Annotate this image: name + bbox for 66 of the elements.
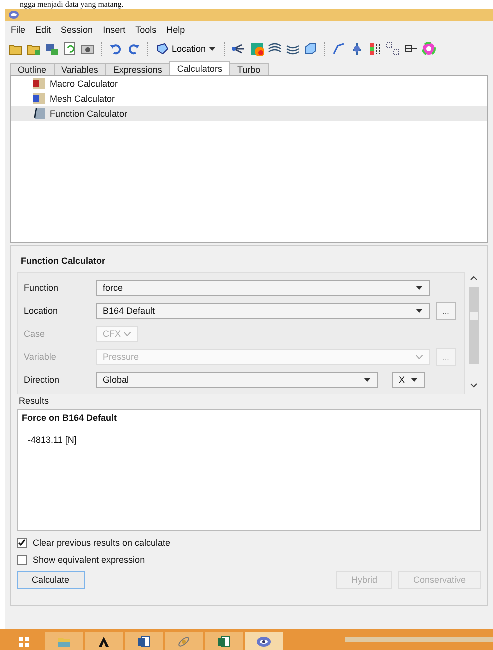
caret-icon [364, 378, 371, 382]
spreadsheet-icon [218, 636, 230, 648]
document-text: ngga menjadi data yang matang. [20, 0, 124, 9]
dropdown[interactable]: force [96, 280, 430, 296]
cube-icon[interactable] [304, 42, 318, 56]
chevron-icon [98, 636, 110, 648]
checkbox-label: Show equivalent expression [33, 555, 146, 565]
caret-icon [416, 286, 423, 290]
tree-item[interactable]: Mesh Calculator [11, 91, 487, 106]
tab[interactable]: Variables [54, 63, 106, 75]
chevron-icon [416, 355, 423, 359]
checkbox-label: Clear previous results on calculate [33, 538, 171, 548]
chevron-icon [124, 332, 131, 336]
menu-item[interactable]: Edit [36, 25, 52, 35]
eye-icon [9, 11, 19, 19]
contour-icon[interactable] [250, 42, 264, 56]
field-label: Variable [24, 352, 58, 362]
action-button[interactable]: Calculate [17, 571, 85, 589]
satellite-icon [178, 636, 190, 648]
redo-icon[interactable] [127, 42, 141, 56]
taskbar-button[interactable] [85, 632, 123, 650]
tab[interactable]: Outline [10, 63, 55, 75]
windows-icon [19, 636, 29, 646]
taskbar-button[interactable] [205, 632, 243, 650]
menu-item[interactable]: Insert [103, 25, 126, 35]
browse-button[interactable]: ... [436, 302, 456, 320]
document-icon [138, 636, 150, 648]
function-icon [33, 108, 45, 119]
axis-dropdown[interactable]: X [392, 372, 425, 388]
mesh-icon [33, 93, 45, 104]
tree-item[interactable]: Macro Calculator [11, 76, 487, 91]
field-label: Function [24, 283, 60, 293]
tab[interactable]: Expressions [105, 63, 170, 75]
taskbar-button[interactable] [125, 632, 163, 650]
folder-icon [58, 636, 70, 646]
vector-icon[interactable] [232, 42, 246, 56]
eye-icon [257, 636, 271, 646]
field-label: Location [24, 306, 60, 316]
panel-title: Function Calculator [21, 256, 107, 266]
undo-icon[interactable] [109, 42, 123, 56]
menu-item[interactable]: Session [61, 25, 94, 35]
field-label: Case [24, 329, 46, 339]
location-button[interactable]: Location [155, 43, 218, 55]
checkbox[interactable] [17, 555, 27, 565]
caret-icon [209, 47, 216, 51]
menu-item[interactable]: Help [166, 25, 186, 35]
caret-icon [416, 309, 423, 313]
results-value: -4813.11 [N] [28, 435, 78, 445]
menu-item[interactable]: File [11, 25, 26, 35]
menu-item[interactable]: Tools [136, 25, 157, 35]
color-wheel-icon[interactable] [422, 42, 436, 56]
tree-item[interactable]: Function Calculator [11, 106, 487, 121]
refresh-icon[interactable] [63, 42, 77, 56]
checkbox[interactable] [17, 538, 27, 548]
tab[interactable]: Turbo [229, 63, 269, 75]
legend-icon[interactable] [368, 42, 382, 56]
macro-icon [33, 78, 45, 89]
results-title: Force on B164 Default [22, 413, 118, 423]
shape-icon [157, 43, 169, 55]
results-label: Results [19, 396, 50, 406]
grid-icon[interactable] [386, 42, 400, 56]
caret-icon [411, 378, 418, 382]
tab[interactable]: Calculators [169, 61, 230, 75]
dropdown[interactable]: B164 Default [96, 303, 430, 319]
dropdown[interactable]: Global [96, 372, 378, 388]
field-label: Direction [24, 375, 61, 385]
